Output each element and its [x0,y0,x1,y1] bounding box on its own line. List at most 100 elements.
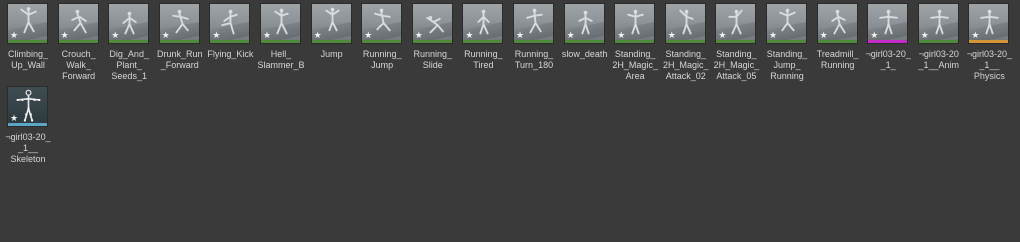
star-icon: ★ [161,30,170,40]
star-icon: ★ [212,30,221,40]
star-icon: ★ [971,30,980,40]
asset-name-label: Treadmill_ Running [816,49,859,70]
asset-name-label: Flying_Kick [207,49,254,59]
asset-thumbnail[interactable]: ★ [917,3,959,44]
animation-icon [830,9,846,35]
animation-icon [172,9,189,34]
asset-thumbnail[interactable]: ★ [411,3,453,44]
asset-thumbnail[interactable]: ★ [361,3,403,44]
asset-type-color-bar [767,40,806,43]
asset-type-color-bar [58,40,98,43]
star-icon: ★ [111,30,120,40]
asset-type-color-bar [716,40,756,43]
star-icon: ★ [769,30,778,40]
asset-thumbnail[interactable]: ★ [7,3,48,44]
asset-name-label: Standing_ 2H_Magic_ Attack_02 [663,49,709,81]
star-icon: ★ [10,113,19,123]
animation-icon [526,8,543,34]
asset-name-label: Running_ Turn_180 [514,49,554,70]
asset-type-color-bar [463,40,503,43]
asset-thumbnail[interactable]: ★ [513,3,554,44]
asset-name-label: ¬girl03-20_ _1__ Skeleton [5,132,51,164]
animation-icon [477,9,491,35]
asset-name-label: ¬girl03-20_ _1_ [865,49,911,70]
asset-type-color-bar [564,40,604,43]
asset-type-color-bar [311,40,351,43]
animation-icon [122,11,137,35]
asset-type-color-bar [109,40,149,43]
asset-type-color-bar [159,40,199,43]
star-icon: ★ [60,30,69,40]
animation-icon [70,9,87,34]
asset-type-color-bar [362,40,402,43]
star-icon: ★ [718,30,727,40]
asset-thumbnail[interactable]: ★ [57,3,99,44]
animation-icon [324,7,340,32]
animation-icon [221,9,239,35]
mesh-icon [879,9,898,35]
star-icon: ★ [617,30,626,40]
asset-thumbnail[interactable]: ★ [816,3,858,44]
skeleton-icon [16,89,41,122]
asset-thumbnail[interactable]: ★ [867,3,909,44]
animation-icon [627,9,644,35]
asset-type-color-bar [817,40,857,43]
asset-name-label: Crouch_ Walk_ Forward [61,49,96,81]
star-icon: ★ [566,30,575,40]
star-icon: ★ [465,30,474,40]
asset-type-color-bar [412,40,452,43]
animation-icon [577,10,593,35]
star-icon: ★ [516,30,525,40]
asset-thumbnail[interactable]: ★ [108,3,150,44]
asset-thumbnail[interactable]: ★ [715,3,757,44]
animation-icon [426,15,444,34]
star-icon: ★ [263,30,272,40]
asset-thumbnail[interactable]: ★ [664,3,706,44]
star-icon: ★ [819,30,828,40]
star-icon: ★ [414,30,423,40]
star-icon: ★ [364,30,373,40]
asset-type-color-bar [615,40,655,43]
asset-thumbnail[interactable]: ★ [260,3,301,44]
asset-name-label: ¬girl03-20 _1__Anim [918,49,960,70]
asset-name-label: Running_ Tired [464,49,503,70]
asset-name-label: Climbing_ Up_Wall [7,49,49,70]
asset-name-label: Standing_ Jump_ Running [766,49,808,81]
asset-thumbnail[interactable]: ★ [614,3,656,44]
asset-thumbnail[interactable]: ★ [209,3,251,44]
asset-thumbnail[interactable]: ★ [766,3,807,44]
animation-icon [274,8,289,35]
asset-name-label: Drunk_Run _Forward [157,49,203,70]
animation-icon [728,9,744,35]
asset-name-label: Running_ Jump [362,49,402,70]
animation-icon [374,8,391,32]
asset-type-color-bar [868,40,908,43]
star-icon: ★ [667,30,676,40]
asset-thumbnail[interactable]: ★ [158,3,200,44]
asset-type-color-bar [918,40,958,43]
asset-type-color-bar [665,40,705,43]
star-icon: ★ [10,30,19,40]
physics-asset-icon [980,9,1000,35]
animation-icon [779,8,796,32]
asset-thumbnail[interactable]: ★ [968,3,1010,44]
asset-type-color-bar [8,123,47,126]
asset-thumbnail[interactable]: ★ [563,3,605,44]
star-icon: ★ [870,30,879,40]
star-icon: ★ [313,30,322,40]
asset-type-color-bar [969,40,1009,43]
asset-name-label: ¬girl03-20_ _1__ Physics [966,49,1013,81]
animation-icon [20,7,37,34]
asset-thumbnail[interactable]: ★ [462,3,504,44]
asset-name-label: Running_ Slide [413,49,453,70]
asset-thumbnail[interactable]: ★ [310,3,352,44]
asset-thumbnail[interactable]: ★ [7,86,48,127]
asset-name-label: Hell_ Slammer_B [257,49,305,70]
asset-name-label: Standing_ 2H_Magic_ Attack_05 [713,49,760,81]
animation-icon [930,9,949,35]
star-icon: ★ [920,30,929,40]
asset-type-color-bar [261,40,300,43]
asset-name-label: Standing_ 2H_Magic_ Area [612,49,658,81]
asset-name-label: Dig_And_ Plant_ Seeds_1 [109,49,149,81]
asset-type-color-bar [210,40,250,43]
